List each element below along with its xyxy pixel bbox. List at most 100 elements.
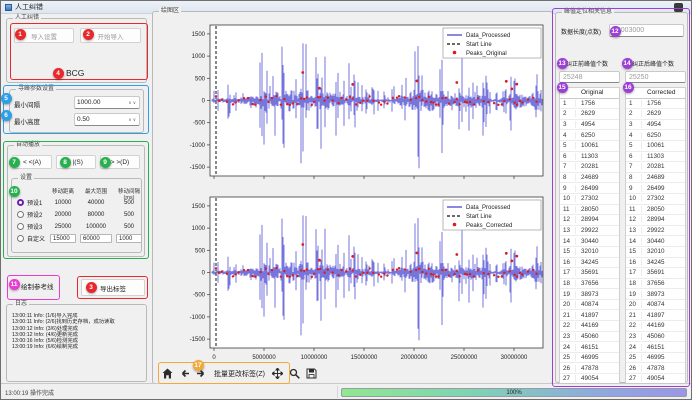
row-index: 8 xyxy=(626,174,642,181)
row-index: 19 xyxy=(626,291,642,298)
annotation-number-17: 17 xyxy=(193,360,204,371)
signal-type-label: BCG xyxy=(66,68,84,78)
zoom-icon[interactable] xyxy=(289,368,301,380)
preset-radio[interactable] xyxy=(17,199,24,206)
table-row[interactable]: 2141897 xyxy=(626,310,685,321)
peak-value: 4954 xyxy=(576,121,595,128)
signal-plots[interactable]: 150010005000-500-1000-1500Data_Processed… xyxy=(155,17,551,363)
table-row[interactable]: 2345060 xyxy=(626,332,685,343)
peak-value: 24689 xyxy=(642,174,665,181)
table-row[interactable]: 824689 xyxy=(626,173,685,184)
preset-radio[interactable] xyxy=(17,235,24,242)
table-row[interactable]: 1735691 xyxy=(626,268,685,279)
table-row[interactable]: 1938973 xyxy=(626,289,685,300)
table-row[interactable]: 22629 xyxy=(560,109,619,120)
table-row[interactable]: 46250 xyxy=(626,130,685,141)
draw-reference-label: 绘制参考线 xyxy=(21,281,54,291)
save-icon[interactable] xyxy=(306,368,318,380)
table-row[interactable]: 1938973 xyxy=(560,289,619,300)
table-row[interactable]: 11756 xyxy=(560,99,619,110)
log-list[interactable]: 13:00:11 Info: (1/6)导入完成13:00:11 Info: (… xyxy=(12,313,143,378)
table-row[interactable]: 1532010 xyxy=(560,247,619,258)
row-index: 21 xyxy=(626,312,642,319)
before-count-field[interactable]: 25248 xyxy=(559,71,620,83)
table-row[interactable]: 46250 xyxy=(560,130,619,141)
table-row[interactable]: 1837656 xyxy=(560,279,619,290)
after-count-field[interactable]: 25250 xyxy=(625,71,686,83)
table-row[interactable]: 1634245 xyxy=(560,258,619,269)
back-arrow-icon[interactable] xyxy=(178,368,190,380)
table-row[interactable]: 1128050 xyxy=(626,205,685,216)
home-icon[interactable] xyxy=(161,368,173,380)
table-row[interactable]: 11756 xyxy=(626,99,685,110)
table-row[interactable]: 611303 xyxy=(626,152,685,163)
spinner-arrows-icon[interactable]: ∧∨ xyxy=(128,117,137,123)
table-row[interactable]: 1027302 xyxy=(626,194,685,205)
table-row[interactable]: 1837656 xyxy=(626,279,685,290)
table-row[interactable]: 1329922 xyxy=(626,226,685,237)
table-row[interactable]: 1228994 xyxy=(560,215,619,226)
table-row[interactable]: 2244169 xyxy=(626,321,685,332)
peak-value: 45060 xyxy=(576,333,599,340)
table-row[interactable]: 1735691 xyxy=(560,268,619,279)
table-row[interactable]: 1329922 xyxy=(560,226,619,237)
table-row[interactable]: 926499 xyxy=(560,183,619,194)
table-row[interactable]: 2446151 xyxy=(626,342,685,353)
table-row[interactable]: 2345060 xyxy=(560,332,619,343)
preset-value: 500 xyxy=(114,212,144,218)
row-index: 13 xyxy=(626,227,642,234)
svg-text:-1500: -1500 xyxy=(190,165,206,171)
row-index: 9 xyxy=(626,185,642,192)
table-row[interactable]: 2141897 xyxy=(560,310,619,321)
preset-radio[interactable] xyxy=(17,223,24,230)
pan-icon[interactable] xyxy=(272,368,284,380)
custom-value-input[interactable]: 15000 xyxy=(50,234,76,243)
table-row[interactable]: 2040874 xyxy=(626,300,685,311)
row-index: 10 xyxy=(626,195,642,202)
corrected-peaks-table[interactable]: Corrected1175622629349544625051006161130… xyxy=(625,87,686,384)
autoplay-group: 自动播放 < <(A) | |(S) > >(D) 设置 移动距离 最大范围 移… xyxy=(7,145,145,257)
table-row[interactable]: 1128050 xyxy=(560,205,619,216)
table-row[interactable]: 2647878 xyxy=(626,363,685,374)
preset-radio[interactable] xyxy=(17,211,24,218)
table-row[interactable]: 926499 xyxy=(626,183,685,194)
table-row[interactable]: 22629 xyxy=(626,109,685,120)
table-row[interactable]: 2546995 xyxy=(560,353,619,364)
table-row[interactable]: 1027302 xyxy=(560,194,619,205)
batch-edit-labels-button[interactable]: 批量更改标签(Z) xyxy=(212,369,267,379)
table-row[interactable]: 611303 xyxy=(560,152,619,163)
min-height-spinbox[interactable]: 0.50 ∧∨ xyxy=(74,113,140,126)
original-peaks-table[interactable]: Original11756226293495446250510061611303… xyxy=(559,87,620,384)
min-interval-spinbox[interactable]: 1000.00 ∧∨ xyxy=(74,96,140,109)
table-row[interactable]: 34954 xyxy=(560,120,619,131)
peak-value: 38973 xyxy=(576,291,599,298)
table-row[interactable]: 2546995 xyxy=(626,353,685,364)
table-row[interactable]: 1634245 xyxy=(626,258,685,269)
table-row[interactable]: 720281 xyxy=(560,162,619,173)
svg-text:1500: 1500 xyxy=(192,32,206,38)
table-row[interactable]: 2040874 xyxy=(560,300,619,311)
table-row[interactable]: 824689 xyxy=(560,173,619,184)
table-row[interactable]: 2244169 xyxy=(560,321,619,332)
spinner-arrows-icon[interactable]: ∧∨ xyxy=(128,100,137,106)
table-row[interactable]: 1430440 xyxy=(626,236,685,247)
svg-text:500: 500 xyxy=(195,248,206,254)
table-row[interactable]: 510061 xyxy=(626,141,685,152)
table-row[interactable]: 1532010 xyxy=(626,247,685,258)
row-index: 23 xyxy=(626,333,642,340)
table-row[interactable]: 2446151 xyxy=(560,342,619,353)
svg-text:5000000: 5000000 xyxy=(252,355,276,361)
table-row[interactable]: 510061 xyxy=(560,141,619,152)
peak-value: 46151 xyxy=(642,344,665,351)
preset-label: 自定义 xyxy=(27,234,48,243)
table-row[interactable]: 1228994 xyxy=(626,215,685,226)
log-group-title: 日志 xyxy=(13,300,29,308)
table-row[interactable]: 34954 xyxy=(626,120,685,131)
table-row[interactable]: 720281 xyxy=(626,162,685,173)
table-row[interactable]: 1430440 xyxy=(560,236,619,247)
custom-value-input[interactable]: 1000 xyxy=(116,234,142,243)
table-row[interactable]: 2647878 xyxy=(560,363,619,374)
peak-value: 29922 xyxy=(642,227,665,234)
custom-value-input[interactable]: 60000 xyxy=(80,234,112,243)
pin-icon[interactable] xyxy=(674,3,683,12)
